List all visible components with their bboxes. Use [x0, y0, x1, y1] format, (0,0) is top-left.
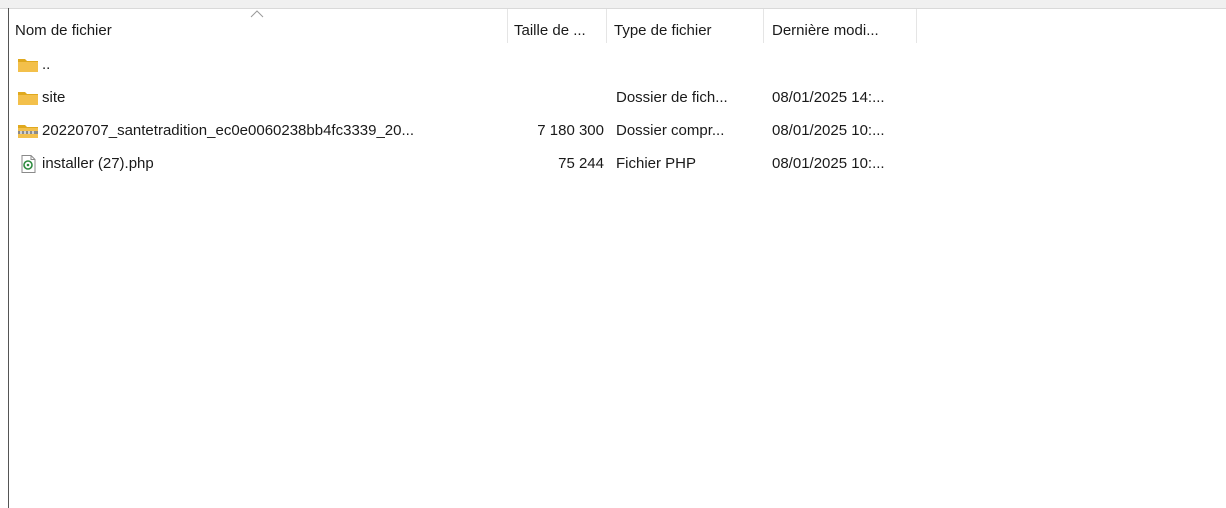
- column-header-type-label: Type de fichier: [614, 22, 712, 39]
- chevron-up-icon: [250, 10, 264, 18]
- file-type: Dossier de fich...: [616, 89, 728, 106]
- file-type: Dossier compr...: [616, 122, 725, 139]
- column-header-size[interactable]: Taille de ...: [508, 9, 607, 43]
- file-name: ..: [42, 56, 51, 73]
- file-date: 08/01/2025 14:...: [772, 89, 885, 106]
- column-header-type[interactable]: Type de fichier: [607, 9, 764, 43]
- file-name: 20220707_santetradition_ec0e0060238bb4fc…: [42, 122, 414, 139]
- folder-icon: [18, 91, 38, 105]
- file-name-cell: site: [9, 89, 508, 107]
- file-row-parent[interactable]: ..: [9, 48, 1226, 81]
- file-name-cell: installer (27).php: [9, 154, 508, 173]
- php-file-icon: [21, 154, 36, 173]
- file-date: 08/01/2025 10:...: [772, 122, 885, 139]
- file-list-panel: Nom de fichier Taille de ... Type de fic…: [0, 0, 1226, 508]
- file-name: site: [42, 89, 66, 106]
- column-header-date[interactable]: Dernière modi...: [764, 9, 917, 43]
- file-type: Fichier PHP: [616, 155, 697, 172]
- file-size: 75 244: [558, 155, 604, 172]
- file-date: 08/01/2025 10:...: [772, 155, 885, 172]
- column-header-name-label: Nom de fichier: [15, 22, 112, 39]
- column-header-row: Nom de fichier Taille de ... Type de fic…: [9, 9, 1226, 44]
- folder-icon: [18, 58, 38, 72]
- file-name-cell: 20220707_santetradition_ec0e0060238bb4fc…: [9, 122, 508, 140]
- column-header-name[interactable]: Nom de fichier: [9, 9, 508, 43]
- column-header-size-label: Taille de ...: [514, 22, 586, 39]
- zip-folder-icon: [18, 124, 38, 138]
- file-list: .. site Dossier de fich... 08/01/2025 14…: [9, 48, 1226, 180]
- file-size: 7 180 300: [537, 122, 604, 139]
- file-row-archive[interactable]: 20220707_santetradition_ec0e0060238bb4fc…: [9, 114, 1226, 147]
- file-row-php[interactable]: installer (27).php 75 244 Fichier PHP 08…: [9, 147, 1226, 180]
- column-header-date-label: Dernière modi...: [772, 22, 879, 39]
- file-name-cell: ..: [9, 56, 508, 74]
- file-row-site[interactable]: site Dossier de fich... 08/01/2025 14:..…: [9, 81, 1226, 114]
- panel-top-border: [0, 0, 1226, 9]
- file-name: installer (27).php: [42, 155, 154, 172]
